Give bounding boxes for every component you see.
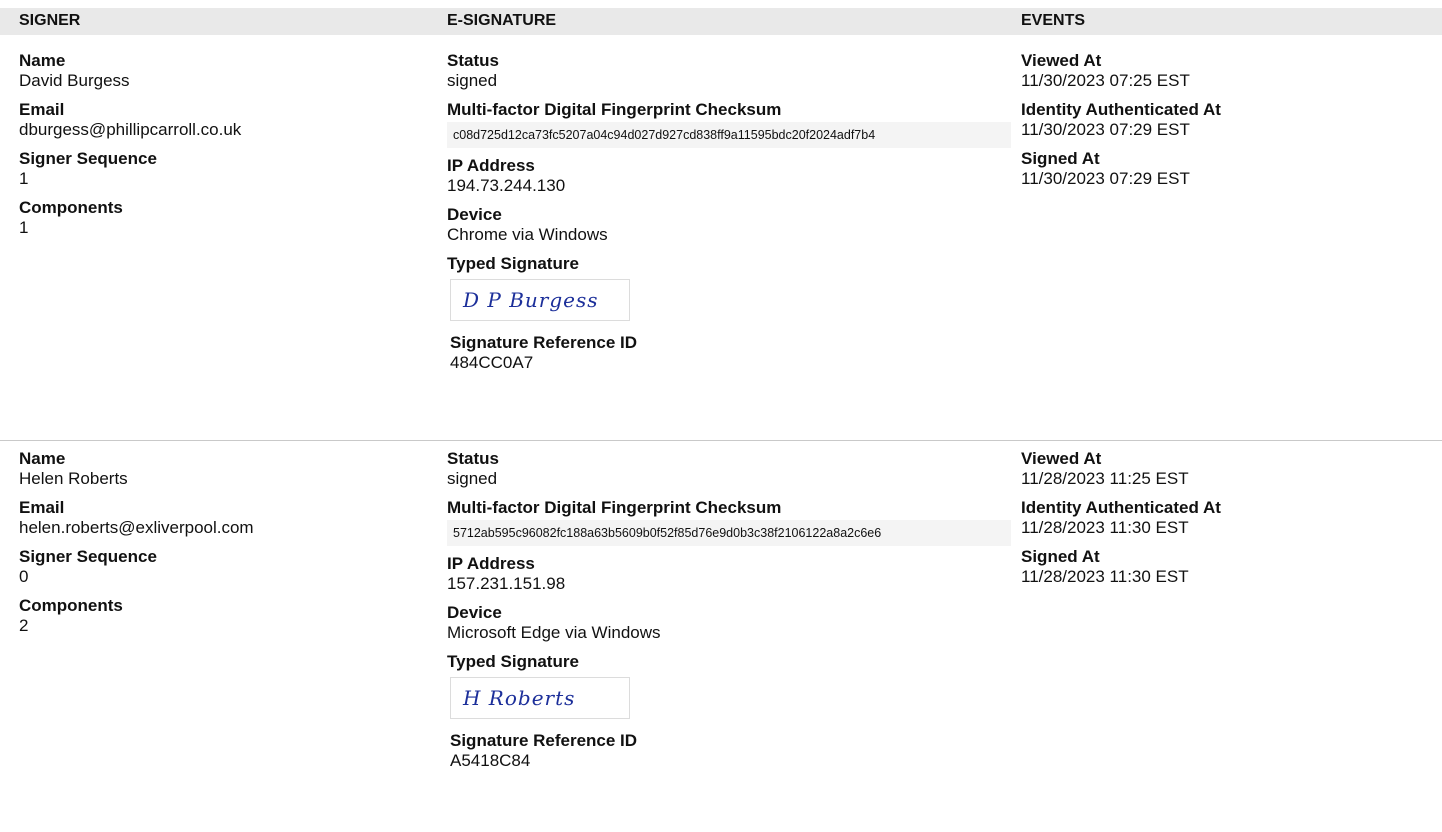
email-label: Email xyxy=(19,498,65,517)
signer-components: 2 xyxy=(19,616,29,635)
checksum-label: Multi-factor Digital Fingerprint Checksu… xyxy=(447,100,782,119)
typed-signature-box: D P Burgess xyxy=(450,279,630,321)
signer-2-esignature: Status signed Multi-factor Digital Finge… xyxy=(447,449,1017,780)
header-signer: SIGNER xyxy=(19,12,81,29)
device: Chrome via Windows xyxy=(447,225,608,244)
signer-1-info: Name David Burgess Email dburgess@philli… xyxy=(19,51,241,247)
signer-sequence-label: Signer Sequence xyxy=(19,547,157,566)
device-label: Device xyxy=(447,603,502,622)
email-label: Email xyxy=(19,100,65,119)
row-divider xyxy=(0,440,1442,441)
signature-status: signed xyxy=(447,469,498,488)
typed-signature: H Roberts xyxy=(463,686,576,710)
checksum-label: Multi-factor Digital Fingerprint Checksu… xyxy=(447,498,782,517)
signer-2-info: Name Helen Roberts Email helen.roberts@e… xyxy=(19,449,254,645)
signer-email: dburgess@phillipcarroll.co.uk xyxy=(19,120,242,139)
signature-reference-id: 484CC0A7 xyxy=(450,353,534,372)
signature-status: signed xyxy=(447,71,498,90)
identity-authenticated-at: 11/28/2023 11:30 EST xyxy=(1021,518,1189,537)
table-header: SIGNER E-SIGNATURE EVENTS xyxy=(0,8,1442,35)
status-label: Status xyxy=(447,449,499,468)
signature-reference: Signature Reference ID A5418C84 xyxy=(450,731,1017,771)
ip-address: 157.231.151.98 xyxy=(447,574,566,593)
signed-at-label: Signed At xyxy=(1021,149,1100,168)
header-esignature: E-SIGNATURE xyxy=(447,12,557,29)
components-label: Components xyxy=(19,596,123,615)
signature-reference: Signature Reference ID 484CC0A7 xyxy=(450,333,1017,373)
name-label: Name xyxy=(19,449,66,468)
checksum-value: 5712ab595c96082fc188a63b5609b0f52f85d76e… xyxy=(447,520,1011,546)
signer-1-events: Viewed At 11/30/2023 07:25 EST Identity … xyxy=(1021,51,1221,198)
typed-signature-box: H Roberts xyxy=(450,677,630,719)
signer-sequence: 0 xyxy=(19,567,29,586)
typed-signature-label: Typed Signature xyxy=(447,254,579,273)
identity-authenticated-label: Identity Authenticated At xyxy=(1021,100,1221,119)
typed-signature: D P Burgess xyxy=(463,288,599,312)
ip-address: 194.73.244.130 xyxy=(447,176,566,195)
signer-1-esignature: Status signed Multi-factor Digital Finge… xyxy=(447,51,1017,382)
signer-2-events: Viewed At 11/28/2023 11:25 EST Identity … xyxy=(1021,449,1221,596)
identity-authenticated-at: 11/30/2023 07:29 EST xyxy=(1021,120,1190,139)
signed-at: 11/30/2023 07:29 EST xyxy=(1021,169,1190,188)
signer-sequence-label: Signer Sequence xyxy=(19,149,157,168)
signature-reference-id: A5418C84 xyxy=(450,751,531,770)
viewed-at-label: Viewed At xyxy=(1021,51,1102,70)
signer-sequence: 1 xyxy=(19,169,29,188)
device: Microsoft Edge via Windows xyxy=(447,623,661,642)
components-label: Components xyxy=(19,198,123,217)
ip-address-label: IP Address xyxy=(447,554,535,573)
ip-address-label: IP Address xyxy=(447,156,535,175)
signer-components: 1 xyxy=(19,218,29,237)
device-label: Device xyxy=(447,205,502,224)
signed-at-label: Signed At xyxy=(1021,547,1100,566)
name-label: Name xyxy=(19,51,66,70)
signature-reference-label: Signature Reference ID xyxy=(450,333,638,352)
typed-signature-label: Typed Signature xyxy=(447,652,579,671)
signed-at: 11/28/2023 11:30 EST xyxy=(1021,567,1189,586)
signer-name: Helen Roberts xyxy=(19,469,128,488)
header-events: EVENTS xyxy=(1021,12,1086,29)
checksum-value: c08d725d12ca73fc5207a04c94d027d927cd838f… xyxy=(447,122,1011,148)
status-label: Status xyxy=(447,51,499,70)
viewed-at: 11/30/2023 07:25 EST xyxy=(1021,71,1190,90)
signer-email: helen.roberts@exliverpool.com xyxy=(19,518,254,537)
viewed-at-label: Viewed At xyxy=(1021,449,1102,468)
viewed-at: 11/28/2023 11:25 EST xyxy=(1021,469,1189,488)
signature-reference-label: Signature Reference ID xyxy=(450,731,638,750)
identity-authenticated-label: Identity Authenticated At xyxy=(1021,498,1221,517)
signer-name: David Burgess xyxy=(19,71,130,90)
